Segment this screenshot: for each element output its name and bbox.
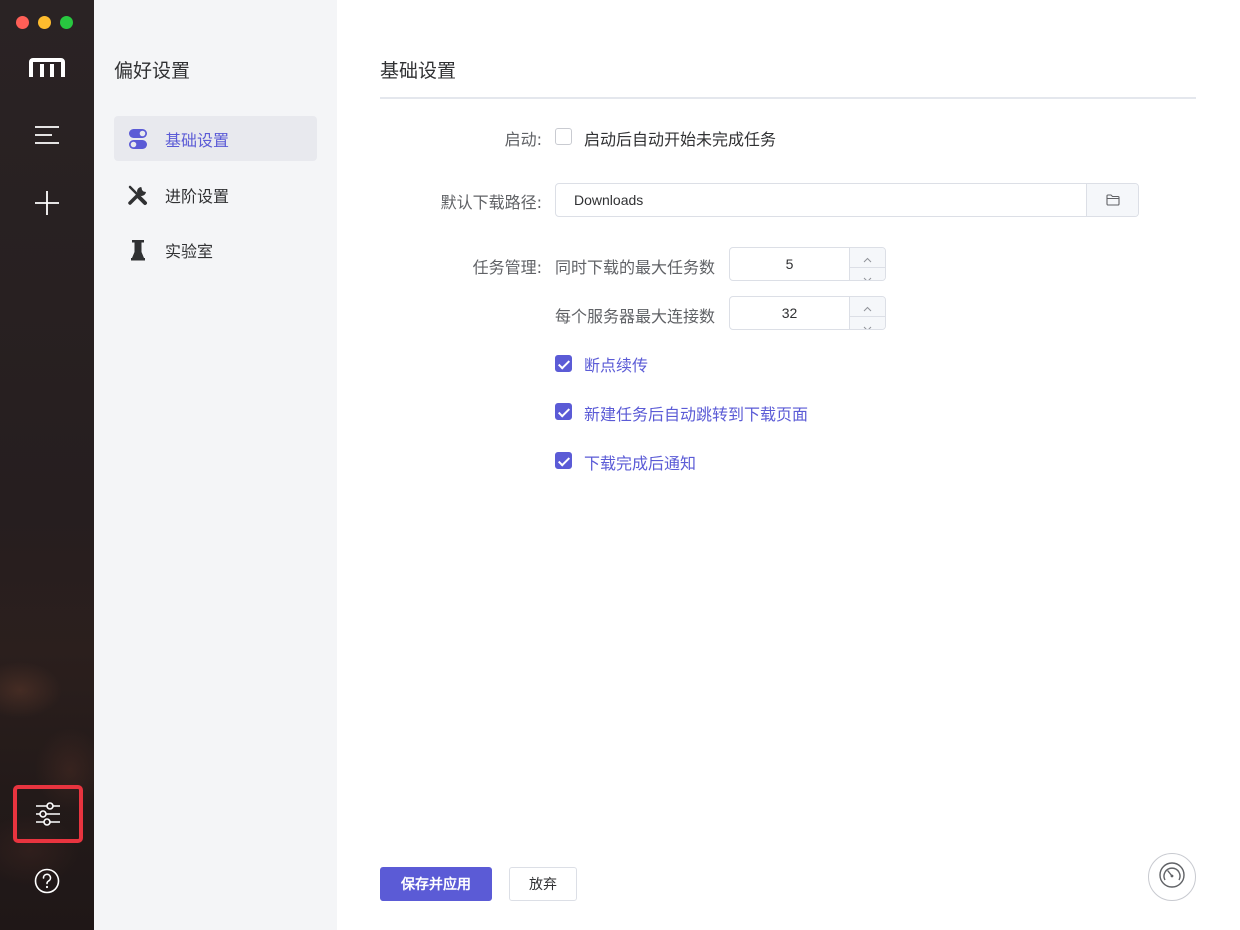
download-path-input[interactable] [556,184,1086,216]
max-connections-label: 每个服务器最大连接数 [555,307,716,326]
chevron-up-icon [863,248,872,267]
page-title: 基础设置 [380,60,457,82]
folder-icon [1105,191,1120,210]
max-tasks-decrease-button[interactable] [850,267,885,280]
minimize-window-button[interactable] [38,16,51,29]
m-logo-icon [12,40,82,96]
plus-icon[interactable] [12,175,82,231]
browse-folder-button[interactable] [1086,184,1138,216]
sidebar-title: 偏好设置 [114,60,191,82]
tools-icon [126,183,150,207]
task-management-label: 任务管理: [472,258,542,277]
discard-button[interactable]: 放弃 [509,867,577,901]
window-controls [16,16,73,29]
toggle-icon [126,127,150,151]
max-tasks-increase-button[interactable] [850,248,885,267]
sidebar-item-label: 实验室 [165,241,214,261]
notify-complete-checkbox[interactable] [555,452,572,469]
notify-complete-label[interactable]: 下载完成后通知 [584,450,696,474]
auto-resume-label[interactable]: 启动后自动开始未完成任务 [584,126,776,150]
resume-download-label[interactable]: 断点续传 [584,352,648,376]
chevron-down-icon [863,268,872,280]
download-path-label: 默认下载路径: [440,193,542,212]
jump-to-downloads-label[interactable]: 新建任务后自动跳转到下载页面 [584,401,808,425]
sidebar-item-basic[interactable]: 基础设置 [114,116,317,161]
speedometer-icon [1158,861,1186,893]
app-rail [0,0,94,930]
startup-label: 启动: [504,130,542,149]
max-tasks-value[interactable]: 5 [730,248,849,280]
close-window-button[interactable] [16,16,29,29]
max-connections-stepper[interactable]: 32 [729,296,886,330]
save-apply-button[interactable]: 保存并应用 [380,867,492,901]
sliders-icon[interactable] [13,785,83,843]
max-tasks-stepper[interactable]: 5 [729,247,886,281]
max-tasks-label: 同时下载的最大任务数 [555,258,716,277]
jump-to-downloads-checkbox[interactable] [555,403,572,420]
flask-icon [126,238,150,262]
auto-resume-checkbox[interactable] [555,128,572,145]
max-connections-decrease-button[interactable] [850,316,885,329]
sidebar-item-label: 基础设置 [165,130,230,150]
sidebar-item-lab[interactable]: 实验室 [114,227,317,272]
menu-icon[interactable] [12,107,82,163]
help-icon[interactable] [12,853,82,909]
sidebar-item-label: 进阶设置 [165,186,230,206]
sidebar-item-advanced[interactable]: 进阶设置 [114,172,317,217]
maximize-window-button[interactable] [60,16,73,29]
download-path-field [555,183,1139,217]
resume-download-checkbox[interactable] [555,355,572,372]
title-divider [380,97,1196,99]
speed-limit-button[interactable] [1148,853,1196,901]
max-connections-increase-button[interactable] [850,297,885,316]
chevron-down-icon [863,317,872,329]
settings-panel: 基础设置 启动: 启动后自动开始未完成任务 默认下载路径: 任务管理: 同时下载… [337,0,1240,930]
chevron-up-icon [863,297,872,316]
preferences-sidebar: 偏好设置 基础设置 进阶设置 实验室 [94,0,337,930]
max-connections-value[interactable]: 32 [730,297,849,329]
